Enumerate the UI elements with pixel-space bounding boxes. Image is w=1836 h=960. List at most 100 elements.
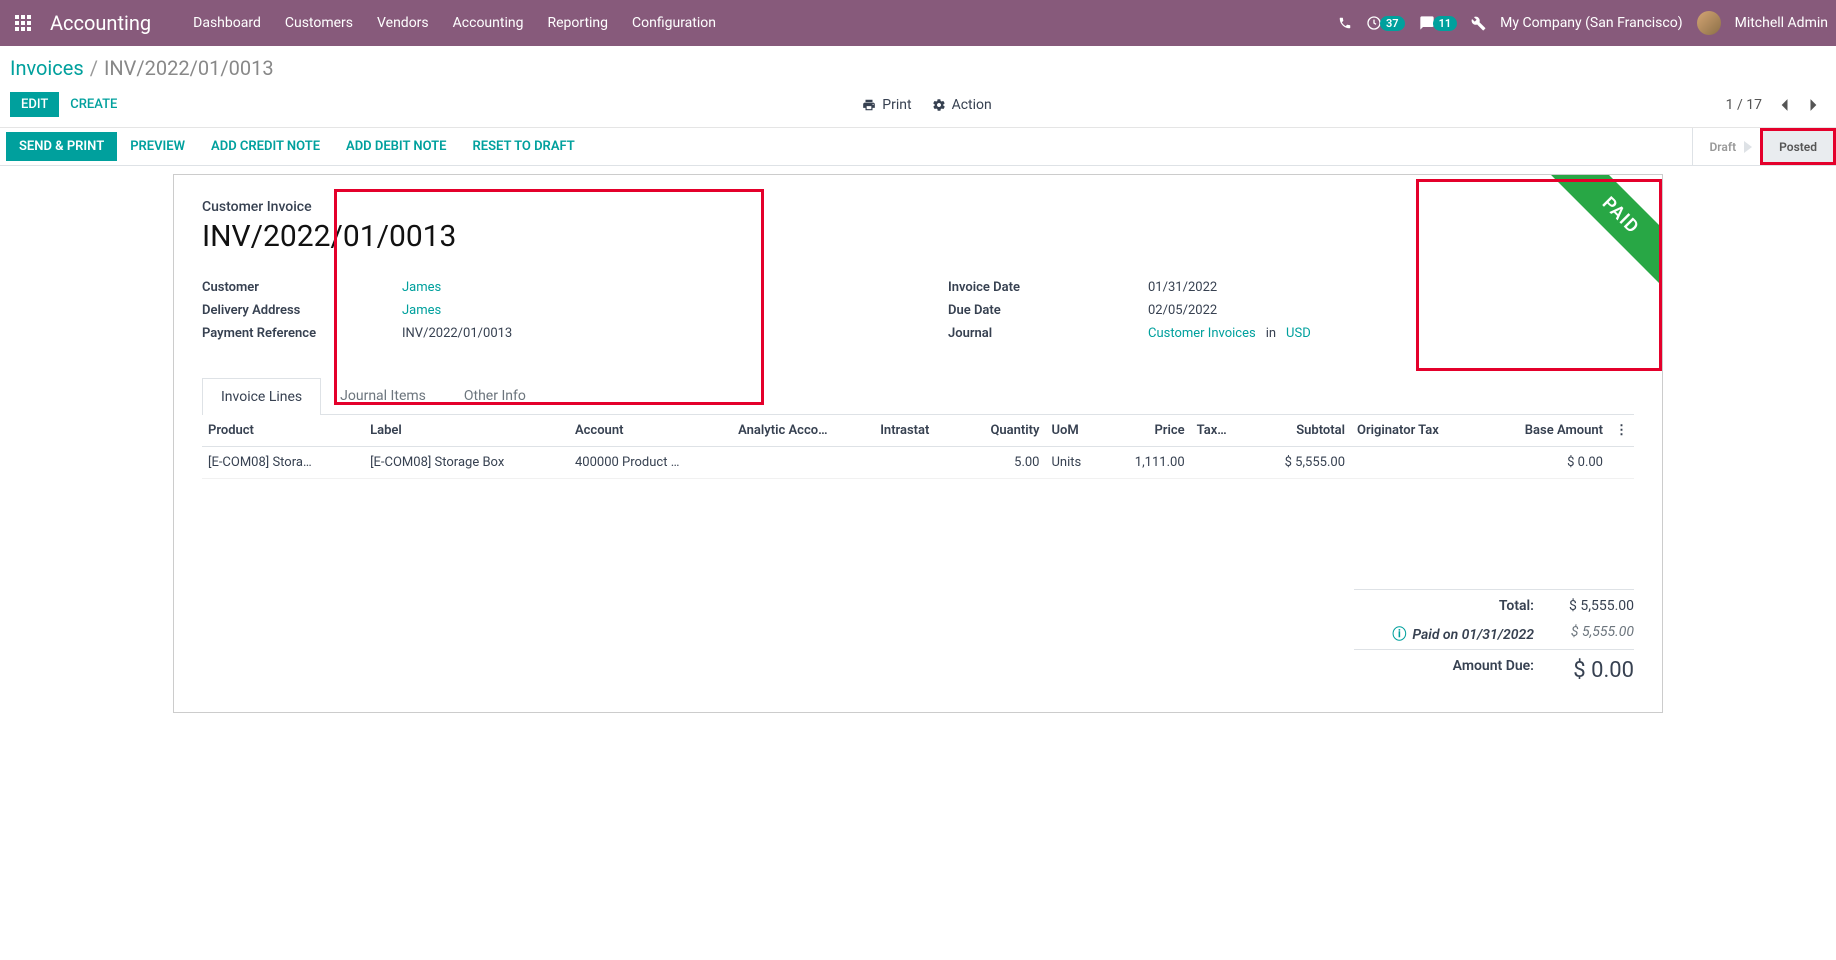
paid-on-label: Paid on 01/31/2022 <box>1412 627 1534 643</box>
th-analytic[interactable]: Analytic Acco… <box>732 415 874 447</box>
menu-customers[interactable]: Customers <box>273 15 365 31</box>
tools-icon[interactable] <box>1471 16 1486 31</box>
th-label[interactable]: Label <box>364 415 569 447</box>
invdate-label: Invoice Date <box>948 280 1148 295</box>
payref-value: INV/2022/01/0013 <box>402 326 512 341</box>
column-menu-icon[interactable]: ⋮ <box>1609 415 1634 447</box>
cell-label: [E-COM08] Storage Box <box>364 447 569 479</box>
th-originator[interactable]: Originator Tax <box>1351 415 1483 447</box>
breadcrumb-current: INV/2022/01/0013 <box>104 56 274 80</box>
th-quantity[interactable]: Quantity <box>960 415 1046 447</box>
messages-badge: 11 <box>1433 16 1458 31</box>
duedate-value: 02/05/2022 <box>1148 303 1217 318</box>
activity-icon[interactable]: 37 <box>1366 15 1405 31</box>
cell-price: 1,111.00 <box>1104 447 1191 479</box>
company-selector[interactable]: My Company (San Francisco) <box>1500 15 1682 31</box>
th-intrastat[interactable]: Intrastat <box>874 415 960 447</box>
control-bar: Edit Create Print Action 1 / 17 <box>0 88 1836 128</box>
invdate-value: 01/31/2022 <box>1148 280 1217 295</box>
add-credit-note-button[interactable]: Add Credit Note <box>198 132 333 161</box>
cell-quantity: 5.00 <box>960 447 1046 479</box>
print-button[interactable]: Print <box>862 97 911 113</box>
tab-invoice-lines[interactable]: Invoice Lines <box>202 378 321 415</box>
cell-account: 400000 Product … <box>569 447 732 479</box>
amount-due-value: $ 0.00 <box>1534 658 1634 683</box>
cell-intrastat <box>874 447 960 479</box>
cell-product: [E-COM08] Stora… <box>202 447 364 479</box>
customer-label: Customer <box>202 280 402 295</box>
tabs: Invoice Lines Journal Items Other Info <box>202 377 1634 415</box>
action-button[interactable]: Action <box>932 97 992 113</box>
info-icon[interactable]: ⓘ <box>1392 627 1406 643</box>
state-draft-label: Draft <box>1709 140 1736 154</box>
print-label: Print <box>882 97 911 113</box>
th-price[interactable]: Price <box>1104 415 1191 447</box>
th-base[interactable]: Base Amount <box>1483 415 1609 447</box>
total-label: Total: <box>1354 598 1534 614</box>
create-button[interactable]: Create <box>59 92 128 117</box>
payref-label: Payment Reference <box>202 326 402 341</box>
user-avatar[interactable] <box>1697 11 1721 35</box>
amount-due-label: Amount Due: <box>1354 658 1534 683</box>
th-subtotal[interactable]: Subtotal <box>1250 415 1351 447</box>
menu-configuration[interactable]: Configuration <box>620 15 728 31</box>
breadcrumb: Invoices / INV/2022/01/0013 <box>0 46 1836 88</box>
action-label: Action <box>952 97 992 113</box>
journal-label: Journal <box>948 326 1148 341</box>
user-name[interactable]: Mitchell Admin <box>1735 15 1828 31</box>
table-row[interactable]: [E-COM08] Stora… [E-COM08] Storage Box 4… <box>202 447 1634 479</box>
preview-button[interactable]: Preview <box>117 132 198 161</box>
tab-journal-items[interactable]: Journal Items <box>321 377 445 414</box>
cell-menu <box>1609 447 1634 479</box>
th-account[interactable]: Account <box>569 415 732 447</box>
delivery-label: Delivery Address <box>202 303 402 318</box>
pager-next-icon[interactable] <box>1802 93 1826 117</box>
invoice-type-label: Customer Invoice <box>202 199 1634 215</box>
invoice-lines-table: Product Label Account Analytic Acco… Int… <box>202 415 1634 479</box>
pager: 1 / 17 <box>1726 93 1826 117</box>
cell-analytic <box>732 447 874 479</box>
breadcrumb-root[interactable]: Invoices <box>10 56 84 80</box>
delivery-value[interactable]: James <box>402 303 441 318</box>
add-debit-note-button[interactable]: Add Debit Note <box>333 132 459 161</box>
cell-uom: Units <box>1046 447 1104 479</box>
cell-base: $ 0.00 <box>1483 447 1609 479</box>
activity-badge: 37 <box>1380 16 1405 31</box>
cell-originator <box>1351 447 1483 479</box>
phone-icon[interactable] <box>1338 16 1352 30</box>
journal-in: in <box>1266 326 1276 341</box>
menu-reporting[interactable]: Reporting <box>535 15 620 31</box>
send-print-button[interactable]: Send & Print <box>6 132 117 161</box>
messages-icon[interactable]: 11 <box>1419 15 1458 31</box>
customer-value[interactable]: James <box>402 280 441 295</box>
main-menu: Dashboard Customers Vendors Accounting R… <box>181 15 728 31</box>
currency-value[interactable]: USD <box>1286 326 1311 341</box>
cell-subtotal: $ 5,555.00 <box>1250 447 1351 479</box>
reset-draft-button[interactable]: Reset to Draft <box>460 132 588 161</box>
edit-button[interactable]: Edit <box>10 92 59 117</box>
pager-prev-icon[interactable] <box>1772 93 1796 117</box>
pager-count: 1 / 17 <box>1726 97 1762 113</box>
totals-block: Total: $ 5,555.00 ⓘ Paid on 01/31/2022 $ … <box>1354 589 1634 688</box>
breadcrumb-separator: / <box>90 56 98 80</box>
state-posted[interactable]: Posted <box>1760 128 1836 165</box>
form-sheet: PAID Customer Invoice INV/2022/01/0013 C… <box>173 174 1663 713</box>
menu-vendors[interactable]: Vendors <box>365 15 441 31</box>
status-bar: Send & Print Preview Add Credit Note Add… <box>0 128 1836 166</box>
state-draft[interactable]: Draft <box>1692 128 1760 165</box>
invoice-number: INV/2022/01/0013 <box>202 219 1634 254</box>
app-title[interactable]: Accounting <box>50 11 151 35</box>
tab-other-info[interactable]: Other Info <box>445 377 545 414</box>
apps-icon[interactable] <box>8 8 38 38</box>
paid-value: $ 5,555.00 <box>1534 624 1634 644</box>
menu-dashboard[interactable]: Dashboard <box>181 15 273 31</box>
th-product[interactable]: Product <box>202 415 364 447</box>
top-navbar: Accounting Dashboard Customers Vendors A… <box>0 0 1836 46</box>
th-uom[interactable]: UoM <box>1046 415 1104 447</box>
state-posted-label: Posted <box>1779 140 1817 154</box>
menu-accounting[interactable]: Accounting <box>441 15 536 31</box>
th-tax[interactable]: Tax… <box>1191 415 1250 447</box>
duedate-label: Due Date <box>948 303 1148 318</box>
journal-value[interactable]: Customer Invoices <box>1148 326 1256 341</box>
total-value: $ 5,555.00 <box>1534 598 1634 614</box>
